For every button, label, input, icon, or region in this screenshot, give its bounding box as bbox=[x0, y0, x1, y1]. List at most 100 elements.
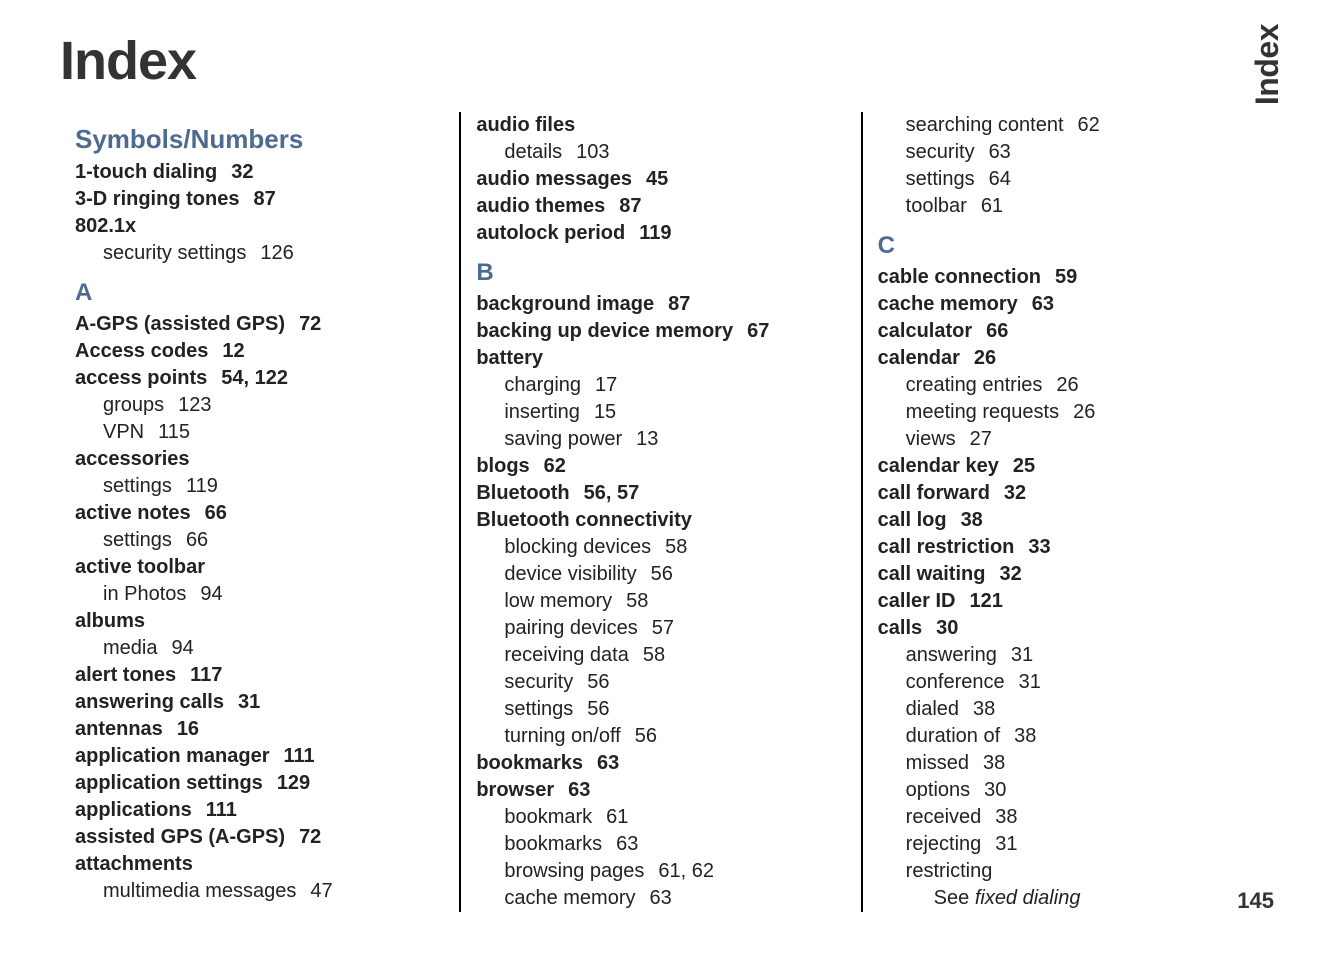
entry-term: missed bbox=[906, 752, 969, 774]
entry-pages: 45 bbox=[646, 168, 668, 190]
entry-pages: 31 bbox=[1019, 671, 1041, 693]
index-subentry: toolbar61 bbox=[878, 193, 1247, 220]
entry-term: settings bbox=[103, 475, 172, 497]
entry-term: meeting requests bbox=[906, 401, 1059, 423]
index-subentry: security63 bbox=[878, 139, 1247, 166]
entry-pages: 58 bbox=[665, 536, 687, 558]
index-entry: cache memory63 bbox=[878, 291, 1247, 318]
index-subentry: bookmark61 bbox=[476, 804, 845, 831]
index-entry: active notes66 bbox=[75, 500, 444, 527]
entry-term: cable connection bbox=[878, 266, 1041, 288]
entry-pages: 26 bbox=[974, 347, 996, 369]
entry-term: A-GPS (assisted GPS) bbox=[75, 313, 285, 335]
index-entry: blogs62 bbox=[476, 453, 845, 480]
index-subentry: groups 123 bbox=[75, 392, 444, 419]
index-entry: autolock period 119 bbox=[476, 220, 845, 247]
entry-pages: 56 bbox=[635, 725, 657, 747]
entry-pages: 66 bbox=[205, 502, 227, 524]
letter-heading: A bbox=[75, 277, 444, 309]
entry-pages: 87 bbox=[253, 188, 275, 210]
entry-pages: 63 bbox=[616, 833, 638, 855]
entry-pages: 31 bbox=[995, 833, 1017, 855]
index-subentry: settings56 bbox=[476, 696, 845, 723]
index-entry: Bluetooth56, 57 bbox=[476, 480, 845, 507]
entry-term: call waiting bbox=[878, 563, 986, 585]
entry-pages: 111 bbox=[284, 745, 315, 767]
entry-pages: 26 bbox=[1056, 374, 1078, 396]
entry-term: Bluetooth connectivity bbox=[476, 509, 692, 531]
index-entry: call log38 bbox=[878, 507, 1247, 534]
entry-term: duration of bbox=[906, 725, 1001, 747]
entry-term: device visibility bbox=[504, 563, 636, 585]
entry-term: turning on/off bbox=[504, 725, 620, 747]
index-subentry: options30 bbox=[878, 777, 1247, 804]
entry-pages: 32 bbox=[231, 161, 253, 183]
see-target: fixed dialing bbox=[975, 887, 1081, 909]
entry-pages: 72 bbox=[299, 313, 321, 335]
entry-term: cache memory bbox=[504, 887, 635, 909]
entry-term: 802.1x bbox=[75, 215, 136, 237]
entry-term: browser bbox=[476, 779, 554, 801]
index-entry: caller ID121 bbox=[878, 588, 1247, 615]
column-2: audio filesdetails103audio messages45aud… bbox=[459, 112, 860, 912]
entry-pages: 63 bbox=[597, 752, 619, 774]
entry-pages: 64 bbox=[989, 168, 1011, 190]
index-entry: accessories bbox=[75, 446, 444, 473]
index-entry: bookmarks63 bbox=[476, 750, 845, 777]
index-subentry: device visibility56 bbox=[476, 561, 845, 588]
index-subentry: inserting15 bbox=[476, 399, 845, 426]
entry-pages: 103 bbox=[576, 141, 609, 163]
index-subentry: security settings126 bbox=[75, 240, 444, 267]
index-entry: call restriction33 bbox=[878, 534, 1247, 561]
index-subentry: received38 bbox=[878, 804, 1247, 831]
entry-pages: 38 bbox=[961, 509, 983, 531]
entry-pages: 67 bbox=[747, 320, 769, 342]
see-reference: See fixed dialing bbox=[878, 885, 1247, 912]
entry-pages: 94 bbox=[171, 637, 193, 659]
entry-term: settings bbox=[103, 529, 172, 551]
entry-term: VPN bbox=[103, 421, 144, 443]
entry-pages: 61 bbox=[981, 195, 1003, 217]
entry-term: restricting bbox=[906, 860, 993, 882]
index-entry: battery bbox=[476, 345, 845, 372]
entry-term: searching content bbox=[906, 114, 1064, 136]
entry-term: Access codes bbox=[75, 340, 208, 362]
entry-term: saving power bbox=[504, 428, 622, 450]
entry-pages: 13 bbox=[636, 428, 658, 450]
entry-pages: 117 bbox=[190, 664, 222, 686]
entry-pages: 126 bbox=[260, 242, 293, 264]
entry-pages: 63 bbox=[1032, 293, 1054, 315]
entry-term: media bbox=[103, 637, 157, 659]
index-entry: applications111 bbox=[75, 797, 444, 824]
entry-term: dialed bbox=[906, 698, 959, 720]
entry-pages: 31 bbox=[1011, 644, 1033, 666]
entry-term: autolock period bbox=[476, 222, 625, 244]
index-entry: calls30 bbox=[878, 615, 1247, 642]
entry-pages: 62 bbox=[544, 455, 566, 477]
side-tab-label: Index bbox=[1249, 24, 1286, 105]
index-entry: calculator66 bbox=[878, 318, 1247, 345]
entry-term: calendar key bbox=[878, 455, 999, 477]
index-entry: active toolbar bbox=[75, 554, 444, 581]
entry-pages: 61, 62 bbox=[658, 860, 714, 882]
index-entry: backing up device memory67 bbox=[476, 318, 845, 345]
entry-term: groups bbox=[103, 394, 164, 416]
entry-pages: 119 bbox=[639, 222, 671, 244]
entry-pages: 63 bbox=[568, 779, 590, 801]
entry-term: options bbox=[906, 779, 971, 801]
entry-pages: 38 bbox=[995, 806, 1017, 828]
entry-term: receiving data bbox=[504, 644, 629, 666]
entry-term: inserting bbox=[504, 401, 580, 423]
index-subentry: views27 bbox=[878, 426, 1247, 453]
index-entry: call forward32 bbox=[878, 480, 1247, 507]
page-title: Index bbox=[60, 30, 1262, 92]
entry-pages: 123 bbox=[178, 394, 211, 416]
index-entry: assisted GPS (A-GPS)72 bbox=[75, 824, 444, 851]
index-entry: browser 63 bbox=[476, 777, 845, 804]
entry-pages: 32 bbox=[1004, 482, 1026, 504]
see-label: See bbox=[934, 887, 975, 909]
index-page: Index Symbols/Numbers1-touch dialing323-… bbox=[0, 0, 1322, 954]
entry-term: multimedia messages bbox=[103, 880, 296, 902]
entry-pages: 115 bbox=[158, 421, 190, 443]
entry-pages: 38 bbox=[973, 698, 995, 720]
